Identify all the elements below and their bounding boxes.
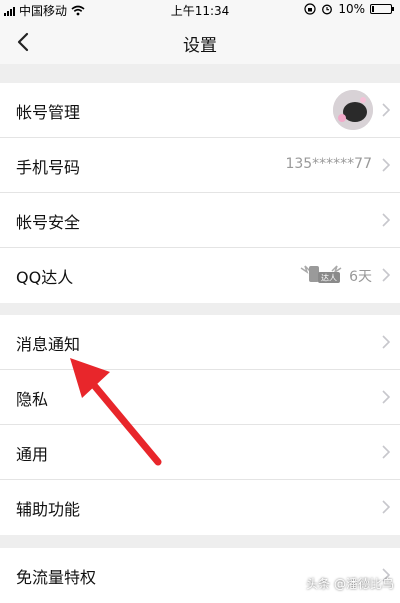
row-account-security[interactable]: 帐号安全 (0, 193, 400, 248)
row-label: 免流量特权 (16, 568, 97, 587)
chevron-right-icon (382, 500, 390, 514)
alarm-icon (322, 4, 333, 15)
chevron-right-icon (382, 335, 390, 349)
battery-percent: 10% (338, 2, 365, 16)
row-label: 帐号安全 (16, 213, 81, 232)
row-accessibility[interactable]: 辅助功能 (0, 480, 400, 535)
avatar (333, 90, 373, 130)
page-title: 设置 (183, 36, 217, 56)
battery-icon (370, 4, 394, 14)
nav-bar: 设置 (0, 20, 400, 64)
chevron-right-icon (382, 445, 390, 459)
row-label: 帐号管理 (16, 103, 81, 122)
chevron-right-icon (382, 158, 390, 172)
orientation-lock-icon (304, 3, 316, 15)
qq-expert-days: 6天 (349, 269, 372, 285)
row-label: 通用 (16, 445, 49, 464)
qq-expert-badge-icon: 达人 (300, 265, 342, 283)
battery-fill (372, 6, 374, 12)
status-bar: 中国移动 上午11:34 10% (0, 0, 400, 20)
row-label: 手机号码 (16, 158, 81, 177)
chevron-right-icon (382, 103, 390, 117)
status-right: 10% (304, 2, 394, 16)
chevron-right-icon (382, 213, 390, 227)
watermark: 头条 @潘德比乌 (306, 577, 394, 591)
chevron-right-icon (382, 268, 390, 282)
chevron-right-icon (382, 390, 390, 404)
settings-group-account: 帐号管理 手机号码 135******77 帐号安全 QQ达人 达人 6天 (0, 83, 400, 303)
annotation-arrow-icon (70, 358, 162, 466)
row-phone-number[interactable]: 手机号码 135******77 (0, 138, 400, 193)
row-account-management[interactable]: 帐号管理 (0, 83, 400, 138)
row-qq-expert[interactable]: QQ达人 达人 6天 (0, 248, 400, 303)
row-label: 辅助功能 (16, 500, 81, 519)
row-label: 隐私 (16, 390, 49, 409)
row-label: QQ达人 (16, 268, 74, 287)
phone-number-value: 135******77 (285, 156, 372, 172)
badge-text: 达人 (321, 273, 337, 283)
